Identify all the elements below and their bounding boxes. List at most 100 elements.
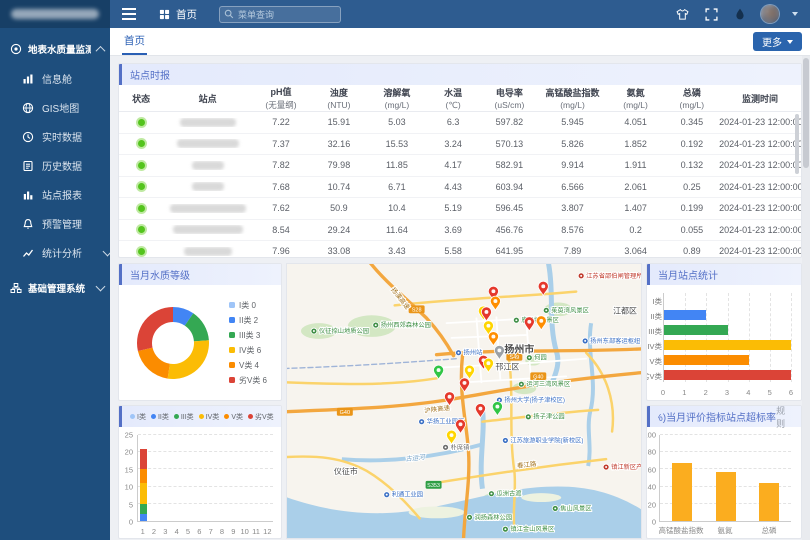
legend-dot [174, 414, 179, 419]
svg-text:S28: S28 [412, 308, 422, 314]
poi-运河三湾风景区[interactable]: 运河三湾风景区 [518, 380, 570, 388]
gridline [660, 451, 791, 452]
sidebar-item-GIS地图[interactable]: GIS地图 [0, 93, 110, 122]
rules-link[interactable]: 规则 [776, 405, 793, 430]
annual-grade-stacked-chart: 0510152025123456789101112 [119, 427, 281, 538]
search-input[interactable] [219, 6, 341, 23]
value-cell: 2.061 [607, 182, 665, 192]
legend-item-I类: I类 [130, 412, 146, 422]
sidebar-group-1[interactable]: 基础管理系统 [0, 267, 110, 303]
value-cell: 7.37 [252, 139, 310, 149]
poi-扬州东部客运枢纽[interactable]: 扬州东部客运枢纽 [582, 337, 640, 345]
legend-label: 劣V类 [255, 412, 274, 422]
poi-扬州大学(扬子津校区)[interactable]: 扬州大学(扬子津校区) [496, 396, 565, 404]
table-row[interactable]: 7.3732.1615.533.24570.135.8261.8520.1922… [119, 134, 801, 156]
hbar-plot-area [663, 293, 791, 382]
status-cell [119, 138, 163, 149]
svg-text:仪征捺山地质公园: 仪征捺山地质公园 [319, 327, 369, 335]
value-cell: 0.192 [665, 139, 720, 149]
map-panel[interactable]: G40G40S28S49S353 茱萸湾风景区唐子城风景区扬州东部客运枢纽扬州西… [286, 263, 642, 539]
svg-text:润扬森林公园: 润扬森林公园 [474, 513, 512, 521]
donut-slice-V类[interactable] [138, 347, 170, 378]
bar-总磷[interactable] [759, 483, 779, 521]
poi-仪征捺山地质公园[interactable]: 仪征捺山地质公园 [311, 327, 369, 335]
month-station-bar-chart: 0123456I类II类III类IV类V类劣V类 [647, 285, 801, 400]
bar-氨氮[interactable] [716, 472, 736, 521]
donut-slice-IV类[interactable] [168, 340, 209, 379]
panel-month-grade: 当月水质等级 I类 0II类 2III类 3IV类 6V类 4劣V类 6 [118, 263, 282, 401]
more-button[interactable]: 更多 [753, 32, 802, 51]
sidebar-item-实时数据[interactable]: 实时数据 [0, 122, 110, 151]
sidebar-item-统计分析[interactable]: 统计分析 [0, 238, 110, 267]
table-scrollbar[interactable] [795, 114, 799, 174]
status-dot-normal [136, 246, 147, 257]
table-row[interactable]: 7.8279.9811.854.17582.919.9141.9110.1322… [119, 155, 801, 177]
avatar[interactable] [761, 5, 779, 23]
sidebar-item-信息舱[interactable]: 信息舱 [0, 64, 110, 93]
sidebar-group-0[interactable]: 地表水质量监测系统 [0, 28, 110, 64]
flame-icon[interactable] [732, 6, 748, 22]
value-cell: 5.03 [368, 117, 426, 127]
legend-dot [199, 414, 204, 419]
bar-劣V类[interactable] [664, 370, 791, 380]
table-row[interactable]: 7.6250.910.45.19596.453.8071.4070.199202… [119, 198, 801, 220]
sidebar-item-站点报表[interactable]: 站点报表 [0, 180, 110, 209]
svg-text:扬州大学(扬子津校区): 扬州大学(扬子津校区) [504, 396, 565, 404]
caret-down-icon[interactable] [792, 12, 798, 16]
status-dot-normal [136, 224, 147, 235]
bar-V类[interactable] [664, 355, 749, 365]
table-row[interactable]: 7.9633.083.435.58641.957.893.0640.892024… [119, 241, 801, 257]
value-cell: 6.71 [368, 182, 426, 192]
sidebar-item-label: 信息舱 [42, 71, 72, 86]
history-icon [21, 159, 34, 172]
sidebar-item-历史数据[interactable]: 历史数据 [0, 151, 110, 180]
stacked-bar-month-1[interactable] [140, 435, 147, 521]
fullscreen-icon[interactable] [703, 6, 719, 22]
value-cell: 570.13 [480, 139, 538, 149]
poi-江苏省邵伯闸管理所[interactable]: 江苏省邵伯闸管理所 [578, 272, 641, 280]
svg-text:江苏旅游职业学院(新校区): 江苏旅游职业学院(新校区) [510, 436, 583, 444]
value-cell: 7.62 [252, 203, 310, 213]
app-logo [0, 0, 110, 28]
value-cell: 0.199 [665, 203, 720, 213]
status-cell [119, 246, 163, 257]
theme-shirt-icon[interactable] [674, 6, 690, 22]
x-tick-label: 3 [163, 527, 167, 536]
poi-镇江金山风景区[interactable]: 镇江金山风景区 [502, 525, 554, 533]
donut-slice-劣V类[interactable] [137, 307, 173, 351]
page-scrollbar[interactable] [802, 56, 810, 540]
bar-IV类[interactable] [664, 340, 791, 350]
svg-text:焦山风景区: 焦山风景区 [560, 504, 591, 512]
x-category-label: 高锰酸盐指数 [659, 525, 704, 536]
column-header: 总磷(mg/L) [665, 86, 720, 110]
poi-江苏旅游职业学院(新校区)[interactable]: 江苏旅游职业学院(新校区) [502, 436, 583, 444]
city-map[interactable]: G40G40S28S49S353 茱萸湾风景区唐子城风景区扬州东部客运枢纽扬州西… [287, 264, 641, 538]
svg-text:扬子津公园: 扬子津公园 [533, 413, 564, 421]
table-row[interactable]: 8.5429.2411.643.69456.768.5760.20.055202… [119, 220, 801, 242]
bar-II类[interactable] [664, 310, 706, 320]
value-cell: 0.89 [665, 246, 720, 256]
status-cell [119, 160, 163, 171]
poi-扬州西郊森林公园[interactable]: 扬州西郊森林公园 [373, 321, 431, 329]
value-cell: 3.43 [368, 246, 426, 256]
bar-高锰酸盐指数[interactable] [672, 463, 692, 521]
y-tick-label: 15 [119, 465, 133, 474]
value-cell: 4.43 [426, 182, 481, 192]
month-grade-donut-chart: I类 0II类 2III类 3IV类 6V类 4劣V类 6 [119, 285, 281, 400]
value-cell: 7.68 [252, 182, 310, 192]
table-row[interactable]: 7.2215.915.036.3597.825.9454.0510.345202… [119, 112, 801, 134]
panel-month-station: 当月站点统计 0123456I类II类III类IV类V类劣V类 [646, 263, 802, 401]
sidebar-collapse-button[interactable] [118, 5, 144, 23]
sidebar-item-预警管理[interactable]: 预警管理 [0, 209, 110, 238]
table-row[interactable]: 7.6810.746.714.43603.946.5662.0610.25202… [119, 177, 801, 199]
station-name-redacted [192, 182, 224, 191]
poi-朴席镇[interactable]: 朴席镇 [443, 443, 470, 451]
poi-扬州站[interactable]: 扬州站 [456, 349, 483, 357]
breadcrumb[interactable]: 首页 [158, 7, 197, 22]
value-cell: 7.96 [252, 246, 310, 256]
legend-dot [248, 414, 253, 419]
column-header: 站点 [163, 92, 252, 105]
bar-III类[interactable] [664, 325, 728, 335]
status-cell [119, 181, 163, 192]
tab-home[interactable]: 首页 [122, 28, 147, 55]
